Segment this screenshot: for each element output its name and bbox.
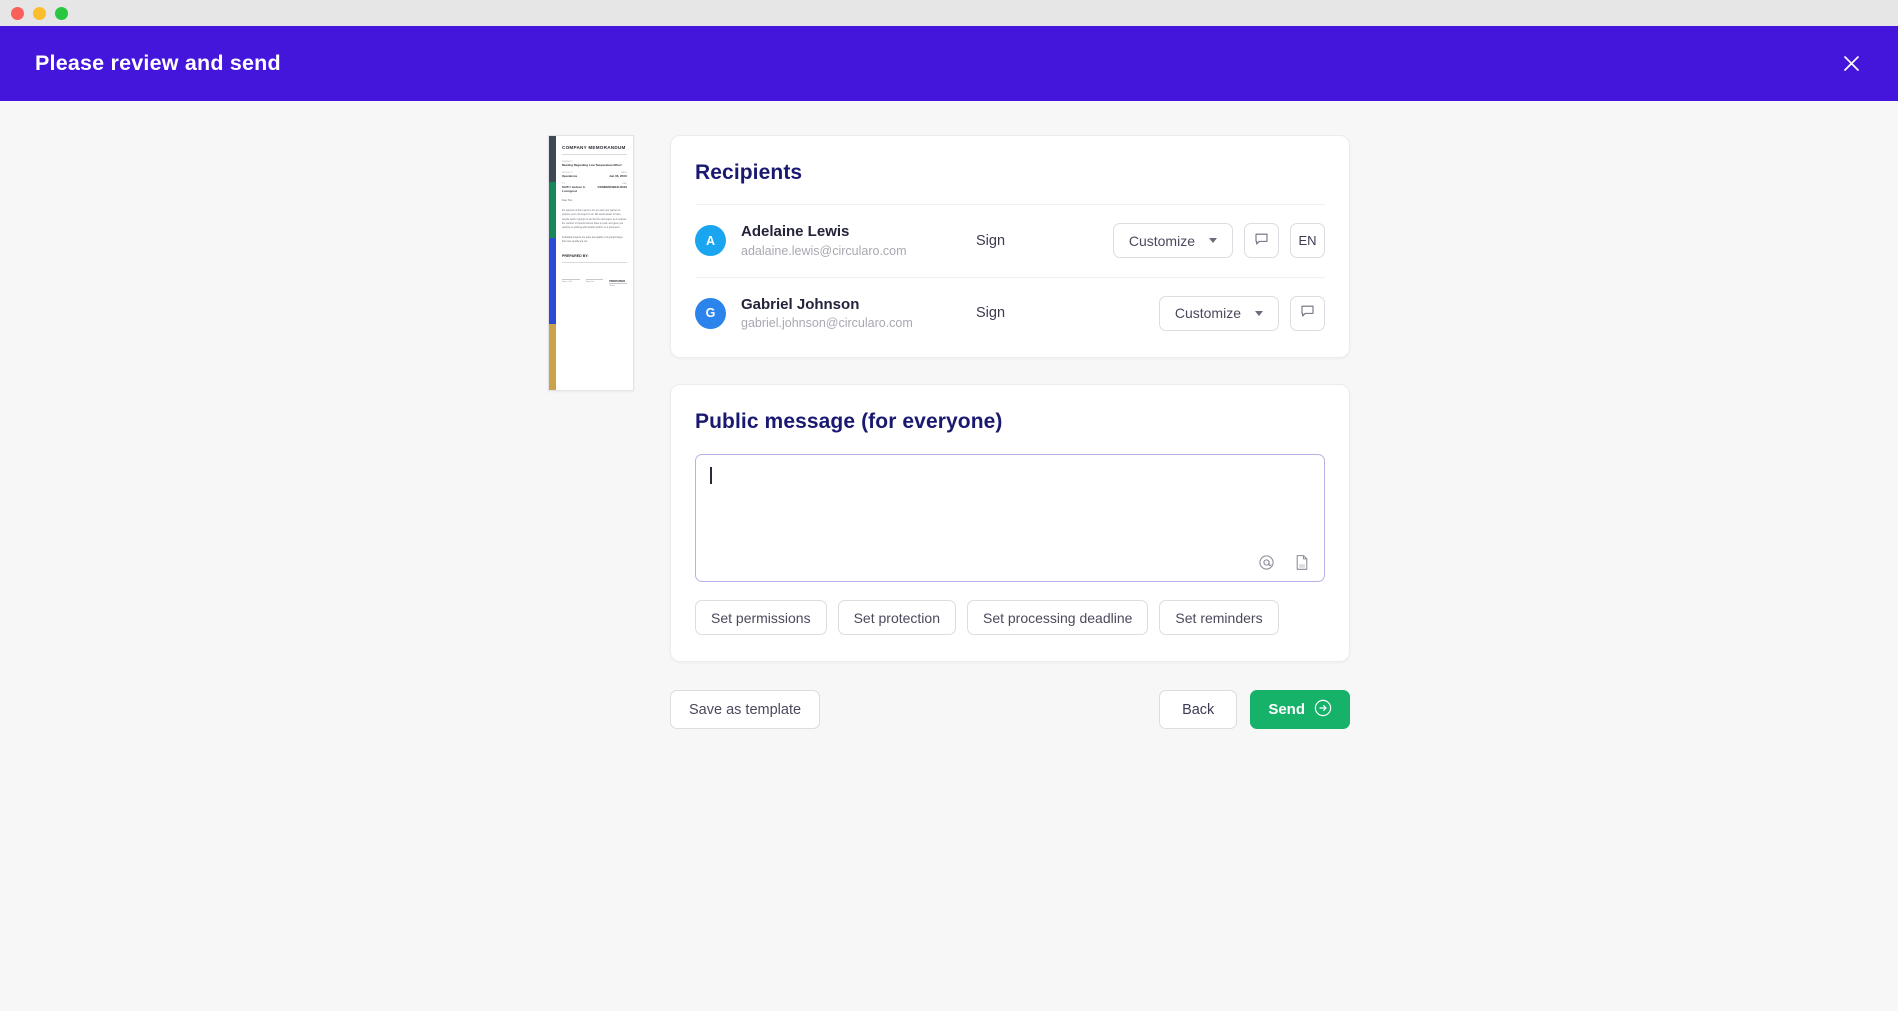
primary-actions: Back Send [1159,690,1350,729]
recipient-identity: Adelaine Lewis adalaine.lewis@circularo.… [741,222,976,260]
customize-button[interactable]: Customize [1113,223,1233,258]
signature-block: Name, Title [562,279,580,288]
comment-icon [1300,304,1315,322]
document-signature-row: Name, Title Signature PREPARED Status [562,279,627,288]
recipient-actions: Customize EN [1113,223,1325,258]
document-paragraph: the purpose of this memo is for you and … [562,209,627,230]
table-row: A Adelaine Lewis adalaine.lewis@circular… [695,204,1325,277]
document-prepared-label: PREPARED [609,279,627,283]
text-cursor [710,467,712,484]
close-icon [1842,54,1861,73]
recipients-header: Recipients [695,161,1325,204]
comment-icon [1254,232,1269,250]
message-options: Set permissions Set protection Set proce… [695,600,1325,635]
document-field-value: Meeting Regarding Low Temperature Effect [562,163,627,167]
document-field-value: Jun 06, 20XX [609,174,627,178]
document-content: COMPANY MEMORANDUM SUBJECT Meeting Regar… [562,145,627,287]
recipient-identity: Gabriel Johnson gabriel.johnson@circular… [741,295,976,333]
message-toolbar [1258,554,1310,571]
recipient-email: gabriel.johnson@circularo.com [741,314,976,332]
document-divider [562,262,627,263]
signature-block: Signature [586,279,604,288]
avatar: A [695,225,726,256]
send-label: Send [1268,701,1305,718]
arrow-right-circle-icon [1314,699,1332,721]
table-row: G Gabriel Johnson gabriel.johnson@circul… [695,277,1325,350]
chevron-down-icon [1255,311,1263,316]
set-processing-deadline-button[interactable]: Set processing deadline [967,600,1148,635]
document-paragraph: Individual projects are quite acceptable… [562,236,627,244]
document-divider [562,154,627,155]
comment-button[interactable] [1290,296,1325,331]
message-input[interactable] [695,454,1325,582]
mention-icon[interactable] [1258,554,1275,571]
document-field-value: SAITI / Judson A. Lovingood [562,185,598,193]
recipient-name: Gabriel Johnson [741,295,976,315]
footer-actions: Save as template Back Send [670,690,1350,729]
recipient-email: adalaine.lewis@circularo.com [741,242,976,260]
message-title: Public message (for everyone) [695,410,1325,434]
attachment-icon[interactable] [1294,554,1310,571]
window-maximize-dot[interactable] [55,7,68,20]
recipients-title: Recipients [695,161,1325,185]
save-as-template-button[interactable]: Save as template [670,690,820,729]
back-button[interactable]: Back [1159,690,1237,729]
document-field-to: TO SAITI / Judson A. Lovingood REF FX/ME… [562,183,627,193]
customize-label: Customize [1129,233,1195,249]
app-header: Please review and send [0,26,1898,101]
set-protection-button[interactable]: Set protection [838,600,956,635]
content-wrapper: COMPANY MEMORANDUM SUBJECT Meeting Regar… [548,135,1350,1011]
document-field-project: PROJECT Operations DATE Jun 06, 20XX [562,172,627,178]
signature-caption: Status [609,285,627,287]
comment-button[interactable] [1244,223,1279,258]
recipient-role: Sign [976,305,1096,321]
recipient-name: Adelaine Lewis [741,222,976,242]
set-permissions-button[interactable]: Set permissions [695,600,827,635]
document-salutation: Dear Sirs, [562,199,627,203]
signature-caption: Name, Title [562,281,580,283]
public-message-card: Public message (for everyone) [670,384,1350,662]
customize-label: Customize [1175,305,1241,321]
main-column: Recipients A Adelaine Lewis adalaine.lew… [670,135,1350,729]
avatar: G [695,298,726,329]
window-titlebar [0,0,1898,26]
recipient-actions: Customize [1159,296,1325,331]
signature-caption: Signature [586,281,604,283]
recipient-role: Sign [976,233,1096,249]
signature-block: PREPARED Status [609,279,627,288]
document-field-value: FX/MEMO/IB13L/2019 [598,185,627,189]
document-heading: COMPANY MEMORANDUM [562,145,627,150]
document-field-value: Operations [562,174,577,178]
document-thumbnail[interactable]: COMPANY MEMORANDUM SUBJECT Meeting Regar… [548,135,634,391]
page-title: Please review and send [35,51,281,76]
page-body: COMPANY MEMORANDUM SUBJECT Meeting Regar… [0,101,1898,1011]
document-prepared-heading: PREPARED BY: [562,254,627,258]
chevron-down-icon [1209,238,1217,243]
message-header: Public message (for everyone) [695,410,1325,434]
set-reminders-button[interactable]: Set reminders [1159,600,1278,635]
recipients-card: Recipients A Adelaine Lewis adalaine.lew… [670,135,1350,358]
window-close-dot[interactable] [11,7,24,20]
customize-button[interactable]: Customize [1159,296,1279,331]
close-button[interactable] [1834,47,1868,81]
document-field-subject: SUBJECT Meeting Regarding Low Temperatur… [562,161,627,167]
window-minimize-dot[interactable] [33,7,46,20]
send-button[interactable]: Send [1250,690,1350,729]
document-accent-stripe [549,136,556,390]
language-button[interactable]: EN [1290,223,1325,258]
